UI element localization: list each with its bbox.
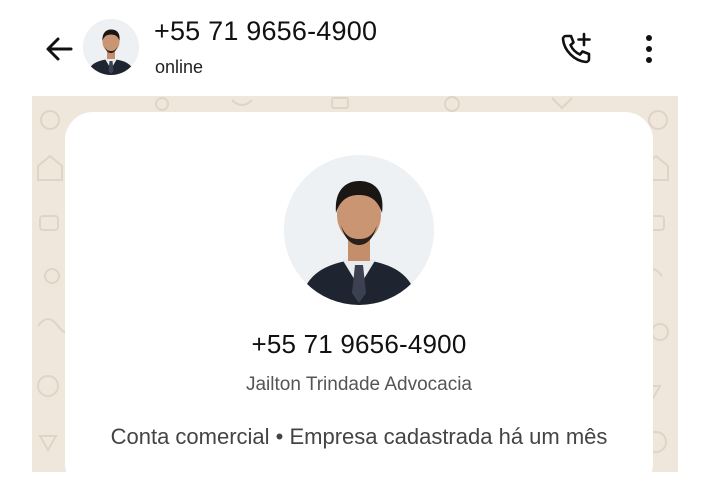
more-options-button[interactable]	[634, 29, 664, 69]
avatar[interactable]	[83, 19, 139, 75]
chat-title[interactable]: +55 71 9656-4900	[154, 16, 377, 47]
add-call-button[interactable]	[556, 29, 596, 69]
add-call-icon	[561, 32, 591, 64]
business-account-info: Conta comercial • Empresa cadastrada há …	[110, 424, 608, 449]
profile-photo	[83, 19, 139, 75]
presence-status: online	[155, 57, 204, 77]
more-vert-icon	[646, 35, 652, 63]
profile-avatar-large[interactable]	[284, 155, 434, 305]
profile-photo	[284, 155, 434, 305]
arrow-left-icon	[46, 37, 73, 61]
chat-header: +55 71 9656-4900 online	[0, 0, 709, 96]
back-button[interactable]	[40, 30, 78, 68]
business-name: Jailton Trindade Advocacia	[245, 374, 473, 395]
contact-phone-number: +55 71 9656-4900	[251, 329, 467, 359]
contact-info-card: +55 71 9656-4900 Jailton Trindade Advoca…	[65, 112, 653, 492]
